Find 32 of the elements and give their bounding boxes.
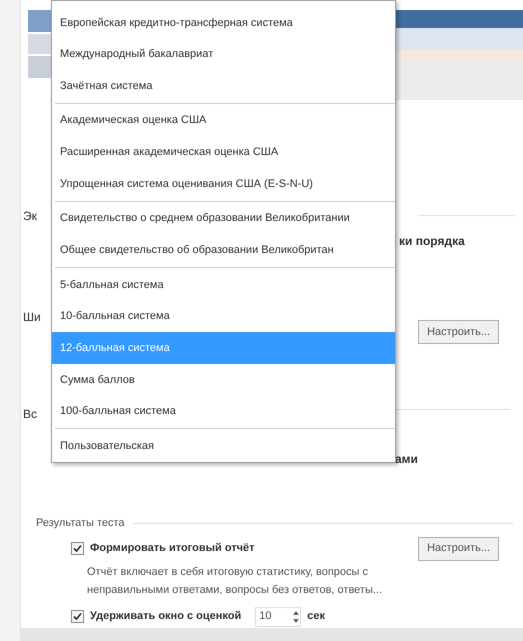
option-label: Ши [23,309,41,326]
configure-button[interactable]: Настроить... [418,536,499,560]
menu-item[interactable]: Упрощенная система оценивания США (E-S-N-U) [52,168,395,200]
check-icon [73,612,82,621]
menu-item[interactable]: 10-балльная система [52,300,395,332]
menu-item[interactable]: 100-балльная система [52,396,395,428]
toolbar-icons-drawing [28,10,51,78]
section-label: ами [395,451,419,468]
menu-item[interactable]: 5-балльная система [52,269,395,301]
unit-label: сек [307,609,325,624]
menu-item[interactable]: Академическая оценка США [52,104,395,137]
checkbox[interactable] [71,542,84,555]
menu-item[interactable]: Расширенная академическая оценка США [52,136,395,168]
spinner-arrows-icon [292,608,300,624]
menu-item[interactable]: Зачётная система [52,70,395,102]
group-title: Результаты теста [36,516,125,531]
configure-button[interactable]: Настроить... [418,320,499,344]
menu-item[interactable]: Свидетельство о среднем образовании Великобритании [52,202,395,234]
checkbox[interactable] [71,610,84,623]
report-description: Отчёт включает в себя итоговую статистику, вопросы с неправильными ответами, вопросы без ответов, ответы... [87,564,384,598]
menu-item[interactable]: Сумма баллов [52,364,395,396]
seconds-spinner[interactable]: 10 [255,606,302,626]
option-label: Вс [23,406,38,423]
menu-item[interactable]: Пользовательская [52,430,395,462]
checkbox-label: Удерживать окно с оценкой [90,609,242,624]
section-label: ки порядка [399,233,466,250]
menu-item[interactable]: Общее свидетельство об образовании Великобритан [52,234,395,266]
checkbox-label: Формировать итоговый отчёт [90,541,255,556]
option-label: Эк [23,208,37,225]
check-icon [73,544,82,553]
menu-item[interactable]: Международный бакалавриат [52,38,395,70]
menu-item[interactable]: Европейская кредитно-трансферная система [52,7,395,39]
